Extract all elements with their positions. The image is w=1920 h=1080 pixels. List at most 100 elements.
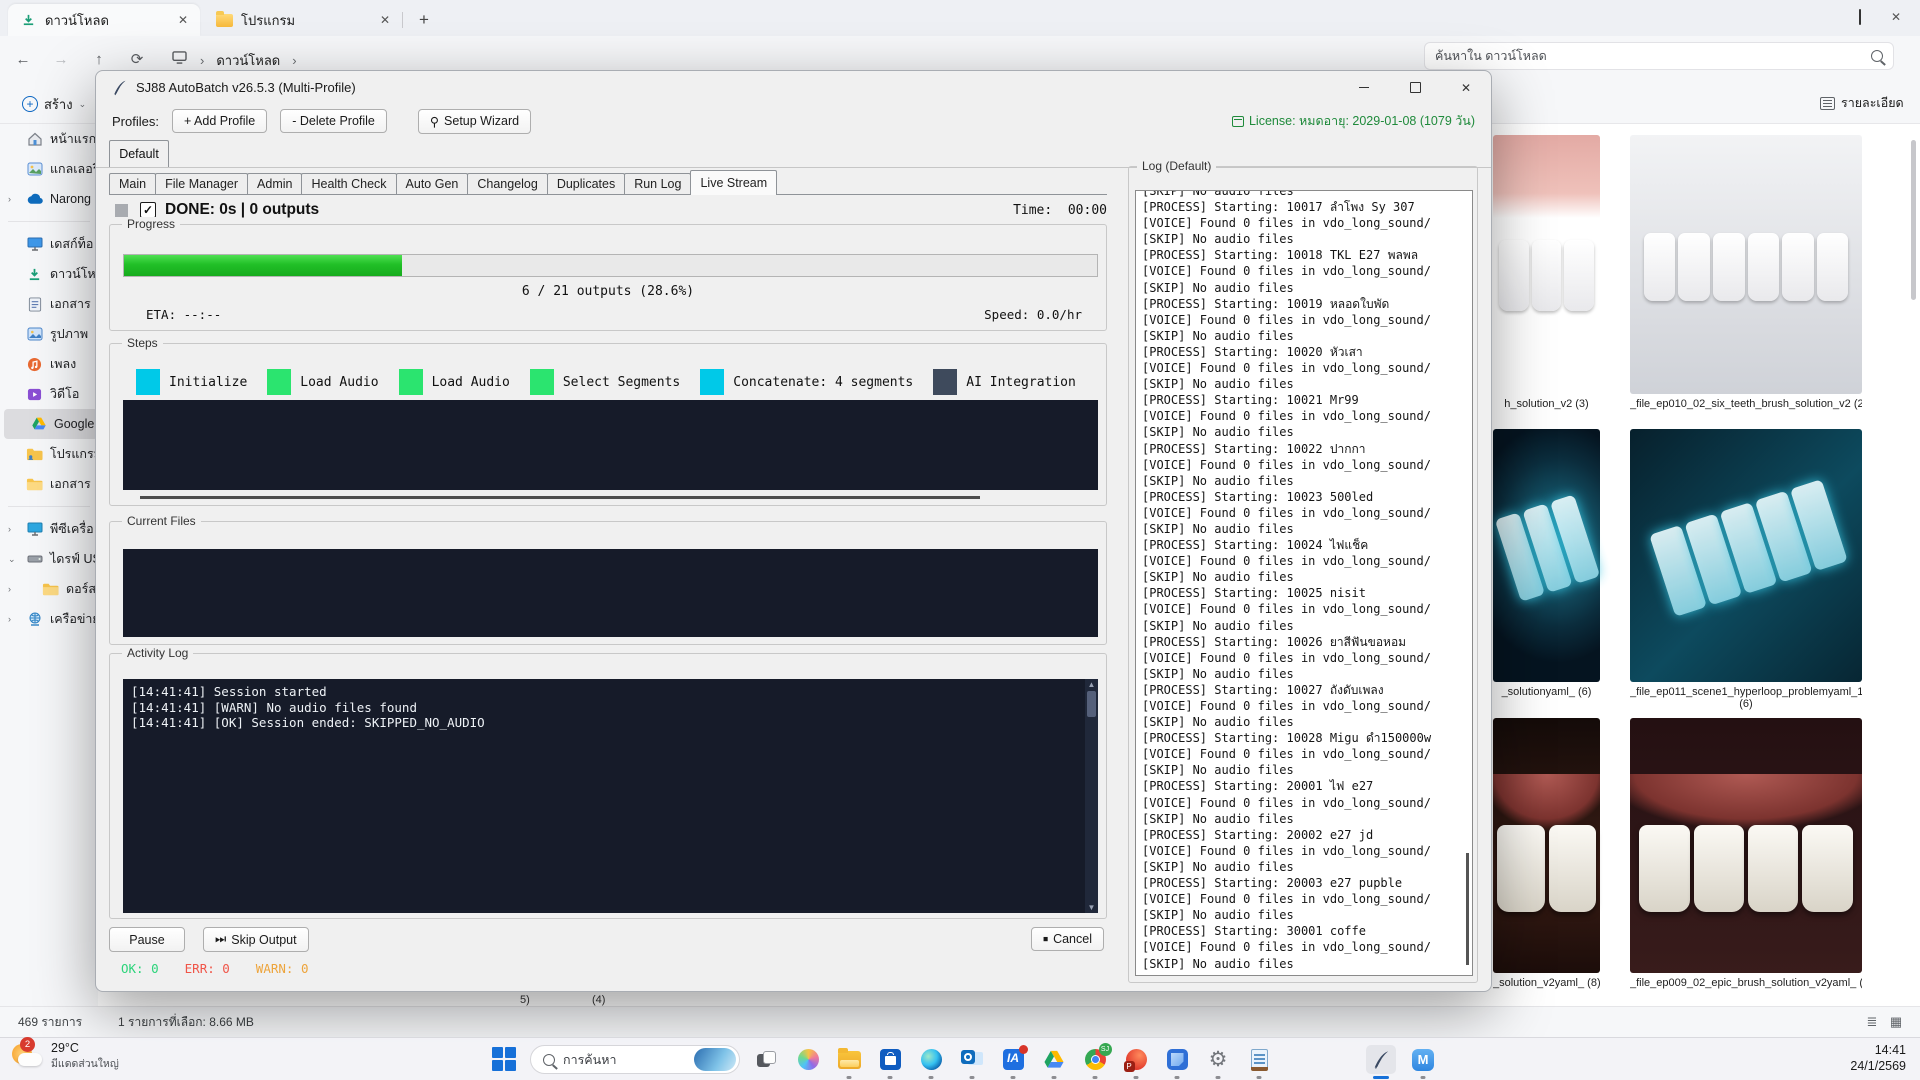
file-item[interactable]: _file_ep011_scene1_hyperloop_problemyaml… xyxy=(1630,429,1862,710)
log-viewer[interactable]: [SKIP] No audio files [PROCESS] Starting… xyxy=(1135,190,1473,976)
edge-icon[interactable] xyxy=(916,1045,946,1074)
sidebar-item-desktop[interactable]: เดสก์ท็อ xyxy=(0,229,98,259)
new-file-button[interactable]: + สร้าง ⌄ xyxy=(12,90,96,118)
file-item[interactable]: h_solution_v2 (3) xyxy=(1493,135,1600,410)
log-scrollbar-thumb[interactable] xyxy=(1466,853,1469,965)
tab-duplicates[interactable]: Duplicates xyxy=(547,173,625,195)
refresh-icon[interactable]: ⟳ xyxy=(126,49,148,71)
task-view-icon[interactable] xyxy=(752,1045,782,1074)
taskbar-clock[interactable]: 14:41 24/1/2569 xyxy=(1850,1042,1906,1074)
settings-icon[interactable]: ⚙ xyxy=(1203,1045,1233,1074)
delete-profile-button[interactable]: - Delete Profile xyxy=(280,109,387,133)
back-icon[interactable]: ← xyxy=(12,49,34,71)
activity-log-panel[interactable]: [14:41:41] Session started [14:41:41] [W… xyxy=(123,679,1098,913)
powerpoint-icon[interactable]: P xyxy=(1121,1045,1151,1074)
sidebar-item-usb[interactable]: ⌄ไดรฟ์ US xyxy=(0,544,98,574)
chevron-icon[interactable]: ⌄ xyxy=(8,554,16,565)
up-icon[interactable]: ↑ xyxy=(88,49,110,71)
horizontal-scrollbar[interactable] xyxy=(140,496,980,499)
sidebar-item-network[interactable]: ›เครือข่าย xyxy=(0,604,98,634)
breadcrumb[interactable]: ดาวน์โหลด xyxy=(216,50,280,71)
file-item[interactable]: _file_ep010_02_six_teeth_brush_solution_… xyxy=(1630,135,1862,410)
store-icon[interactable] xyxy=(875,1045,905,1074)
thumbnail-view-toggle-icon[interactable]: ▦ xyxy=(1886,1013,1906,1031)
file-item[interactable]: _solution_v2yaml_ (8) xyxy=(1493,718,1600,989)
start-button[interactable] xyxy=(492,1047,517,1072)
close-icon[interactable]: ✕ xyxy=(376,11,394,29)
scrollbar-thumb[interactable] xyxy=(1911,140,1916,300)
stop-button[interactable] xyxy=(115,204,128,217)
sidebar-item-gdrive[interactable]: Google xyxy=(4,409,98,439)
tab-live-stream[interactable]: Live Stream xyxy=(690,170,777,195)
sidebar-item-label: โปรแกรม xyxy=(50,444,98,464)
weather-widget[interactable]: 2 29°C มีแดดส่วนใหญ่ xyxy=(10,1040,119,1072)
sidebar-item-thispc[interactable]: ›พีซีเครื่อ xyxy=(0,514,98,544)
maximize-button[interactable] xyxy=(1842,6,1878,28)
search-highlight-image[interactable] xyxy=(694,1048,736,1071)
scroll-up-icon[interactable]: ▲ xyxy=(1088,680,1096,689)
clipchamp-icon[interactable] xyxy=(1162,1045,1192,1074)
sidebar-item-videos[interactable]: วิดีโอ xyxy=(0,379,98,409)
m-app-icon[interactable]: M xyxy=(1408,1045,1438,1074)
tab-file-manager[interactable]: File Manager xyxy=(155,173,248,195)
profile-tab-default[interactable]: Default xyxy=(109,140,169,167)
details-view-button[interactable]: รายละเอียด xyxy=(1820,90,1904,116)
chevron-icon[interactable]: › xyxy=(8,584,11,594)
tab-auto-gen[interactable]: Auto Gen xyxy=(396,173,469,195)
file-item[interactable]: _file_ep009_02_epic_brush_solution_v2yam… xyxy=(1630,718,1862,989)
done-checkbox[interactable]: ✓ xyxy=(140,202,156,218)
activity-scrollbar[interactable]: ▲ ▼ xyxy=(1085,679,1098,913)
chrome-icon[interactable]: SJ xyxy=(1080,1045,1110,1074)
outlook-icon[interactable] xyxy=(957,1045,987,1074)
chevron-icon[interactable]: › xyxy=(8,524,11,534)
sidebar-item-gallery[interactable]: แกลเลอรี xyxy=(0,154,98,184)
add-profile-button[interactable]: + Add Profile xyxy=(172,109,267,133)
tab-run-log[interactable]: Run Log xyxy=(624,173,691,195)
tab-main[interactable]: Main xyxy=(109,173,156,195)
explorer-tab-downloads[interactable]: ดาวน์โหลด ✕ xyxy=(8,4,200,36)
setup-wizard-button[interactable]: ⚲Setup Wizard xyxy=(418,109,531,134)
close-button[interactable]: ✕ xyxy=(1878,6,1914,28)
explorer-scrollbar[interactable] xyxy=(1910,130,1917,1002)
close-button[interactable]: ✕ xyxy=(1445,73,1487,103)
explorer-tab-programs[interactable]: โปรแกรม ✕ xyxy=(206,6,402,34)
cancel-button[interactable]: ⏹Cancel xyxy=(1031,927,1104,951)
new-tab-button[interactable]: + xyxy=(412,8,436,32)
sidebar-item-shared-folder[interactable]: โปรแกรม xyxy=(0,439,98,469)
google-drive-icon[interactable] xyxy=(1039,1045,1069,1074)
sidebar-item-home[interactable]: หน้าแรก xyxy=(0,124,98,154)
sidebar-item-label: เอกสาร xyxy=(50,474,91,494)
tab-admin[interactable]: Admin xyxy=(247,173,302,195)
close-icon[interactable]: ✕ xyxy=(174,11,192,29)
copilot-icon[interactable] xyxy=(793,1045,823,1074)
explorer-search[interactable]: ค้นหาใน ดาวน์โหลด xyxy=(1424,42,1894,70)
tab-health-check[interactable]: Health Check xyxy=(301,173,396,195)
sidebar-item-pictures[interactable]: รูปภาพ xyxy=(0,319,98,349)
sidebar-item-document[interactable]: เอกสาร xyxy=(0,289,98,319)
taskbar-search[interactable]: การค้นหา xyxy=(530,1045,740,1074)
sidebar-item-folder[interactable]: ›ดอร์สติ๊ xyxy=(0,574,98,604)
sidebar-item-folder[interactable]: เอกสาร xyxy=(0,469,98,499)
chevron-icon[interactable]: › xyxy=(8,614,11,624)
pause-button[interactable]: Pause xyxy=(109,927,185,952)
details-view-toggle-icon[interactable]: ≣ xyxy=(1862,1013,1882,1031)
minimize-button[interactable] xyxy=(1343,73,1385,103)
sidebar-item-music[interactable]: เพลง xyxy=(0,349,98,379)
ia-app-icon[interactable]: IA xyxy=(998,1045,1028,1074)
maximize-button[interactable] xyxy=(1394,73,1436,103)
tab-changelog[interactable]: Changelog xyxy=(467,173,547,195)
file-item[interactable]: _solutionyaml_ (6) xyxy=(1493,429,1600,698)
file-explorer-icon[interactable] xyxy=(834,1045,864,1074)
chevron-icon[interactable]: › xyxy=(8,194,11,204)
scroll-down-icon[interactable]: ▼ xyxy=(1088,903,1096,912)
search-icon[interactable] xyxy=(1871,50,1883,62)
autobatch-feather-icon[interactable] xyxy=(1366,1045,1396,1074)
sidebar-item-onedrive[interactable]: ›Narong xyxy=(0,184,98,214)
minimize-button[interactable] xyxy=(1806,6,1842,28)
sidebar-item-download[interactable]: ดาวน์โห xyxy=(0,259,98,289)
app-titlebar[interactable]: SJ88 AutoBatch v26.5.3 (Multi-Profile) ✕ xyxy=(96,71,1491,104)
skip-output-button[interactable]: ⏭Skip Output xyxy=(203,927,309,952)
scrollbar-thumb[interactable] xyxy=(1087,691,1096,717)
notepad-icon[interactable] xyxy=(1244,1045,1274,1074)
forward-icon[interactable]: → xyxy=(50,49,72,71)
